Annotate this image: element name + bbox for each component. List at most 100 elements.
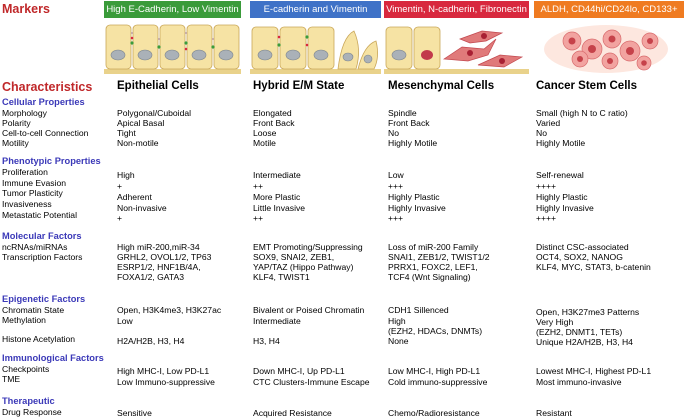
marker-box-epithelial: High E-Cadherin, Low Vimentin [104, 1, 241, 18]
table-cell: +++ [388, 213, 404, 223]
table-cell: Bivalent or Poised Chromatin [253, 305, 365, 315]
table-cell: EMT Promoting/Suppressing [253, 242, 363, 252]
hybrid-cells-illustration [250, 26, 381, 74]
row-label: Invasiveness [2, 199, 52, 209]
table-cell: + [117, 181, 123, 191]
table-cell: High miR-200,miR-34 [117, 242, 200, 252]
row-label: Histone Acetylation [2, 334, 76, 344]
table-cell: None [388, 336, 409, 346]
column-title-hybrid: Hybrid E/M State [253, 80, 345, 92]
table-cell: Polygonal/Cuboidal [117, 108, 192, 118]
table-cell: Intermediate [253, 316, 301, 326]
row-label: ncRNAs/miRNAs [2, 242, 68, 252]
table-cell: Low MHC-I, High PD-L1 [388, 366, 481, 376]
row-label: Methylation [2, 315, 46, 325]
row-label: Checkpoints [2, 364, 50, 374]
table-cell: SOX9, SNAI2, ZEB1, [253, 252, 335, 262]
row-label: Drug Response [2, 407, 62, 417]
mesenchymal-cells-illustration [384, 26, 529, 74]
table-cell: Down MHC-I, Up PD-L1 [253, 366, 345, 376]
table-cell: YAP/TAZ (Hippo Pathway) [253, 262, 354, 272]
table-cell: Small (high N to C ratio) [536, 108, 628, 118]
table-cell: Unique H2A/H2B, H3, H4 [536, 337, 633, 347]
table-cell: Spindle [388, 108, 417, 118]
row-label: Proliferation [2, 167, 48, 177]
table-cell: More Plastic [253, 192, 301, 202]
table-cell: Loss of miR-200 Family [388, 242, 479, 252]
table-cell: No [388, 128, 399, 138]
table-cell: Most immuno-invasive [536, 377, 622, 387]
table-cell: Varied [536, 118, 561, 128]
table-cell: Loose [253, 128, 277, 138]
table-cell: Intermediate [253, 170, 301, 180]
table-cell: Lowest MHC-I, Highest PD-L1 [536, 366, 652, 376]
table-cell: H3, H4 [253, 336, 280, 346]
section-title-therapeutic: Therapeutic [2, 396, 55, 406]
marker-box-hybrid: E-cadherin and Vimentin [250, 1, 381, 18]
section-title-epigenetic: Epigenetic Factors [2, 294, 86, 304]
table-cell: Non-motile [117, 138, 159, 148]
row-label: Motility [2, 138, 29, 148]
markers-title: Markers [2, 2, 50, 16]
row-label: Metastatic Potential [2, 210, 77, 220]
table-cell: Cold immuno-suppressive [388, 377, 488, 387]
table-cell: Front Back [388, 118, 430, 128]
table-cell: High [388, 316, 406, 326]
table-cell: Low [117, 316, 133, 326]
epithelial-cells-illustration [104, 24, 241, 74]
table-cell: TCF4 (Wnt Signaling) [388, 272, 471, 282]
table-cell: ++++ [536, 181, 557, 191]
section-title-cellular: Cellular Properties [2, 97, 85, 107]
table-cell: + [117, 213, 123, 223]
section-title-phenotypic: Phenotypic Properties [2, 156, 101, 166]
table-cell: OCT4, SOX2, NANOG [536, 252, 623, 262]
table-cell: CDH1 Sillenced [388, 305, 449, 315]
cancer-stem-cells-illustration [544, 25, 668, 73]
row-label: Cell-to-cell Connection [2, 128, 89, 138]
row-label: Transcription Factors [2, 252, 83, 262]
row-label: Tumor Plasticity [2, 188, 63, 198]
row-label: Polarity [2, 118, 31, 128]
table-cell: +++ [388, 181, 404, 191]
table-cell: Open, H3K27me3 Patterns [536, 307, 640, 317]
column-title-epithelial: Epithelial Cells [117, 80, 199, 92]
table-cell: Resistant [536, 408, 572, 418]
table-cell: Self-renewal [536, 170, 584, 180]
table-cell: Highly Invasive [388, 203, 446, 213]
table-cell: High MHC-I, Low PD-L1 [117, 366, 210, 376]
table-cell: KLF4, TWIST1 [253, 272, 310, 282]
table-cell: ++++ [536, 213, 557, 223]
table-cell: Highly Plastic [536, 192, 588, 202]
row-label: Immune Evasion [2, 178, 67, 188]
table-cell: ESRP1/2, HNF1B/4A, [117, 262, 201, 272]
row-label: Chromatin State [2, 305, 65, 315]
table-cell: Tight [117, 128, 136, 138]
table-cell: ++ [253, 181, 264, 191]
table-cell: Highly Motile [536, 138, 586, 148]
table-cell: GRHL2, OVOL1/2, TP63 [117, 252, 212, 262]
table-cell: CTC Clusters-Immune Escape [253, 377, 370, 387]
table-cell: Sensitive [117, 408, 152, 418]
table-cell: H2A/H2B, H3, H4 [117, 336, 185, 346]
table-cell: Distinct CSC-associated [536, 242, 629, 252]
table-cell: High [117, 170, 135, 180]
table-cell: (EZH2, HDACs, DNMTs) [388, 326, 483, 336]
column-title-mesenchymal: Mesenchymal Cells [388, 80, 495, 92]
table-cell: KLF4, MYC, STAT3, b-catenin [536, 262, 651, 272]
table-cell: Apical Basal [117, 118, 165, 128]
table-cell: Chemo/Radioresistance [388, 408, 480, 418]
table-cell: Highly Plastic [388, 192, 440, 202]
table-cell: Open, H3K4me3, H3K27ac [117, 305, 222, 315]
table-cell: FOXA1/2, GATA3 [117, 272, 185, 282]
table-cell: Highly Invasive [536, 203, 594, 213]
table-cell: PRRX1, FOXC2, LEF1, [388, 262, 478, 272]
section-title-immunological: Immunological Factors [2, 353, 104, 363]
table-cell: Little Invasive [253, 203, 306, 213]
row-label: TME [2, 374, 21, 384]
table-cell: Elongated [253, 108, 292, 118]
table-cell: No [536, 128, 547, 138]
table-cell: Low Immuno-suppressive [117, 377, 215, 387]
row-label: Morphology [2, 108, 47, 118]
table-cell: SNAI1, ZEB1/2, TWIST1/2 [388, 252, 490, 262]
table-cell: Highly Motile [388, 138, 438, 148]
